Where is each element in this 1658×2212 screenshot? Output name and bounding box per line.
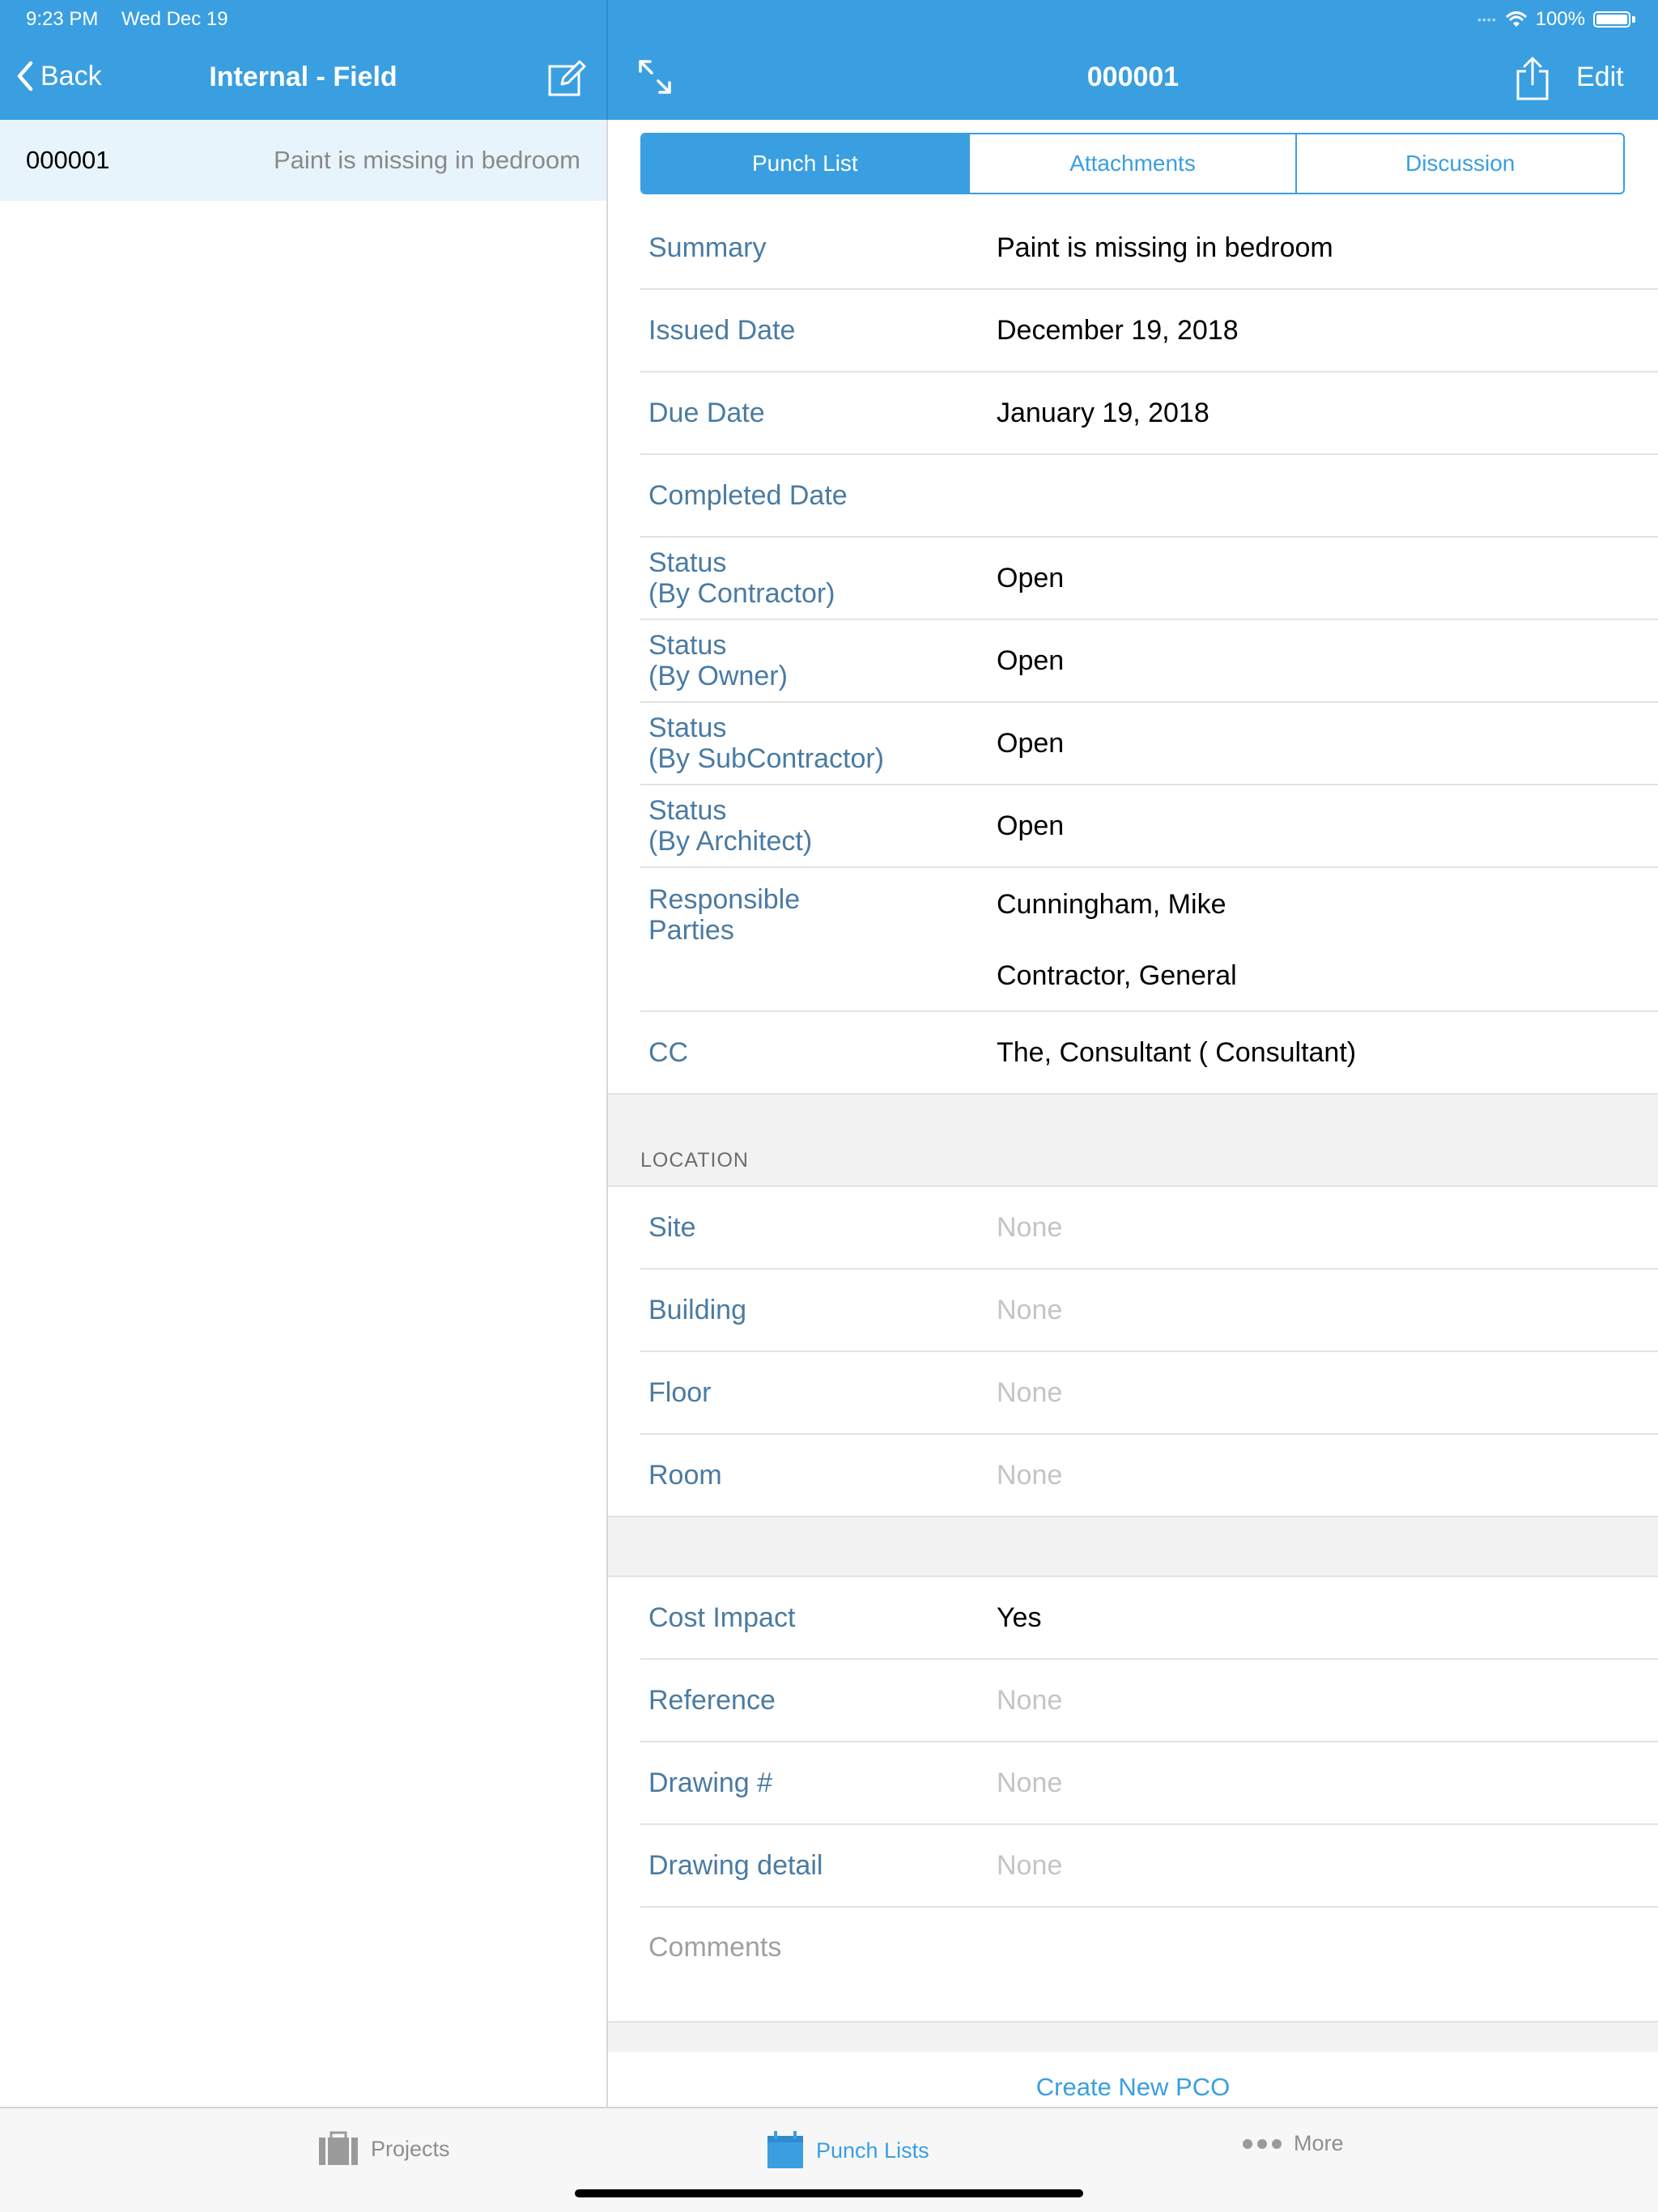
cellular-dots-icon: •••• <box>1477 13 1497 26</box>
calendar-icon <box>767 2131 803 2168</box>
status-owner-row: Status (By Owner) Open <box>640 620 1658 703</box>
building-row[interactable]: Building None <box>640 1270 1658 1352</box>
tab-projects-label: Projects <box>371 2136 450 2161</box>
status-architect-label: Status (By Architect) <box>648 795 813 857</box>
due-date-row: Due Date January 19, 2018 <box>640 372 1658 455</box>
right-nav-bar: 000001 Edit <box>608 39 1658 120</box>
status-time: 9:23 PM <box>26 8 99 30</box>
cost-impact-value: Yes <box>997 1602 1042 1633</box>
left-nav-title: Internal - Field <box>209 62 397 92</box>
cc-row: CC The, Consultant ( Consultant) <box>640 1012 1658 1093</box>
room-row[interactable]: Room None <box>640 1435 1658 1516</box>
location-group: Site None Building None Floor None Room … <box>608 1187 1658 1516</box>
responsible-party-1: Cunningham, Mike <box>997 889 1226 920</box>
battery-percent: 100% <box>1535 8 1585 30</box>
status-indicators: •••• 100% <box>1477 8 1635 31</box>
building-label: Building <box>648 1295 746 1325</box>
tab-attachments[interactable]: Attachments <box>967 134 1296 193</box>
status-subcontractor-label: Status (By SubContractor) <box>648 713 884 774</box>
location-header-label: LOCATION <box>640 1149 749 1172</box>
status-architect-row: Status (By Architect) Open <box>640 785 1658 868</box>
summary-value: Paint is missing in bedroom <box>997 232 1333 263</box>
room-label: Room <box>648 1460 722 1491</box>
summary-row: Summary Paint is missing in bedroom <box>640 207 1658 290</box>
tab-punch-lists-label: Punch Lists <box>816 2138 929 2163</box>
status-contractor-label: Status (By Contractor) <box>648 547 835 609</box>
issued-date-row: Issued Date December 19, 2018 <box>640 290 1658 372</box>
cost-impact-row: Cost Impact Yes <box>640 1577 1658 1660</box>
due-date-value: January 19, 2018 <box>997 397 1209 428</box>
tab-more[interactable]: More <box>1242 2131 1344 2156</box>
status-bar: 9:23 PM Wed Dec 19 •••• 100% <box>0 0 1658 39</box>
responsible-party-2: Contractor, General <box>997 960 1237 991</box>
group-spacer <box>608 1516 1658 1577</box>
status-owner-value: Open <box>997 644 1065 676</box>
room-value: None <box>997 1459 1063 1491</box>
reference-label: Reference <box>648 1685 776 1716</box>
floor-row[interactable]: Floor None <box>640 1352 1658 1435</box>
battery-nub <box>1632 16 1635 23</box>
tab-punch-lists[interactable]: Punch Lists <box>766 2131 929 2170</box>
tab-discussion[interactable]: Discussion <box>1295 134 1623 193</box>
tab-more-label: More <box>1294 2131 1344 2155</box>
site-row[interactable]: Site None <box>640 1187 1658 1270</box>
left-nav-bar: Back Internal - Field <box>0 39 606 120</box>
status-contractor-value: Open <box>997 562 1065 593</box>
wifi-icon <box>1505 11 1527 27</box>
building-value: None <box>997 1294 1063 1325</box>
responsible-parties-row: Responsible Parties Cunningham, Mike Cont… <box>640 868 1658 1012</box>
drawing-number-row: Drawing # None <box>640 1742 1658 1825</box>
status-date: Wed Dec 19 <box>121 8 228 30</box>
home-indicator <box>575 2189 1083 2197</box>
floor-label: Floor <box>648 1377 712 1408</box>
list-item-id: 000001 <box>26 146 110 174</box>
record-title: 000001 <box>1086 62 1180 92</box>
more-dots-icon <box>1243 2138 1282 2149</box>
edit-button[interactable]: Edit <box>1576 62 1624 93</box>
issued-date-value: December 19, 2018 <box>997 314 1239 346</box>
site-value: None <box>997 1211 1063 1243</box>
status-subcontractor-value: Open <box>997 727 1065 759</box>
pco-spacer <box>608 2021 1658 2052</box>
issued-date-label: Issued Date <box>648 315 796 346</box>
reference-row: Reference None <box>640 1660 1658 1742</box>
segmented-control: Punch List Attachments Discussion <box>640 133 1625 194</box>
detail-pane: Summary Paint is missing in bedroom Issu… <box>608 207 1658 2147</box>
reference-value: None <box>997 1684 1063 1716</box>
responsible-parties-label: Responsible Parties <box>648 884 801 946</box>
due-date-label: Due Date <box>648 398 765 428</box>
list-item[interactable]: 000001 Paint is missing in bedroom <box>0 120 606 201</box>
site-label: Site <box>648 1212 696 1243</box>
extra-group: Cost Impact Yes Reference None Drawing #… <box>608 1577 1658 2021</box>
drawing-number-value: None <box>997 1767 1063 1798</box>
summary-label: Summary <box>648 232 767 263</box>
status-subcontractor-row: Status (By SubContractor) Open <box>640 703 1658 785</box>
status-owner-label: Status (By Owner) <box>648 630 788 691</box>
cost-impact-label: Cost Impact <box>648 1602 796 1633</box>
battery-icon <box>1593 11 1630 28</box>
drawing-detail-value: None <box>997 1849 1063 1881</box>
completed-date-row: Completed Date <box>640 455 1658 538</box>
drawing-detail-label: Drawing detail <box>648 1850 823 1881</box>
location-section-header: LOCATION <box>608 1093 1658 1187</box>
briefcase-icon <box>319 2131 358 2165</box>
drawing-detail-row: Drawing detail None <box>640 1825 1658 1908</box>
cc-label: CC <box>648 1037 689 1068</box>
status-contractor-row: Status (By Contractor) Open <box>640 538 1658 620</box>
compose-icon[interactable] <box>547 60 586 97</box>
cc-value: The, Consultant ( Consultant) <box>997 1036 1357 1068</box>
completed-date-label: Completed Date <box>648 480 848 511</box>
comments-field[interactable]: Comments <box>640 1908 1658 2021</box>
status-architect-value: Open <box>997 810 1065 841</box>
drawing-number-label: Drawing # <box>648 1767 773 1798</box>
share-icon[interactable] <box>1515 57 1550 102</box>
tab-projects[interactable]: Projects <box>317 2131 450 2167</box>
tab-punch-list[interactable]: Punch List <box>642 134 968 193</box>
comments-label: Comments <box>648 1932 782 1963</box>
floor-value: None <box>997 1376 1063 1408</box>
list-item-summary: Paint is missing in bedroom <box>273 146 580 174</box>
